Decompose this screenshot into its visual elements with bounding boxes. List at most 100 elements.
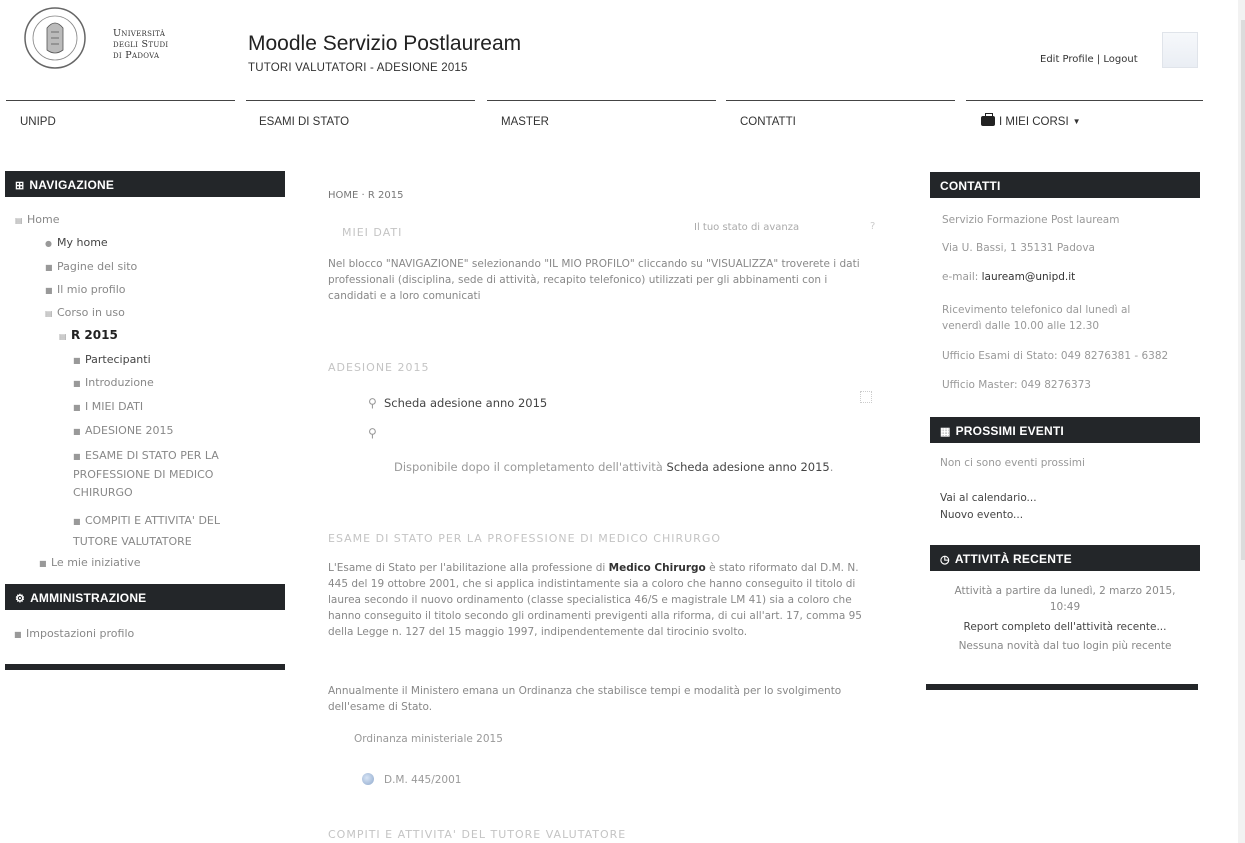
nav-master-label: MASTER [501,116,549,128]
dm-label: D.M. 445/2001 [384,774,462,786]
calendar-link[interactable]: Vai al calendario... [940,490,1037,506]
folder-icon: ■ [39,559,47,568]
folder-icon: ■ [45,263,53,272]
tree-label: Pagine del sito [57,260,138,273]
folder-icon: ■ [14,630,22,639]
scrollbar-thumb[interactable] [1241,20,1245,560]
tree-label: Corso in uso [57,306,125,319]
admin-impostazioni-profilo[interactable]: ■ Impostazioni profilo [14,627,134,640]
nav-tree-esame-stato[interactable]: ■ ESAME DI STATO PER LA PROFESSIONE DI ME… [73,447,219,502]
briefcase-icon [981,113,995,126]
nav-tree-my-home[interactable]: ● My home [45,236,108,249]
nav-esami-di-stato[interactable]: ESAMI DI STATO [246,100,475,140]
eventi-title: PROSSIMI EVENTI [955,424,1064,438]
navigation-block-header[interactable]: ⊞ NAVIGAZIONE [5,171,285,197]
university-seal-logo[interactable] [20,6,90,70]
recent-block-footer [926,684,1198,690]
navigation-title: NAVIGAZIONE [29,178,115,192]
nav-tree-r-2015[interactable]: ▤ R 2015 [59,328,118,342]
nav-tree-corso-in-uso[interactable]: ▤ Corso in uso [45,306,125,319]
page-scrollbar[interactable] [1238,0,1245,843]
recent-time: 10:49 [1049,601,1081,613]
avail-prefix: Disponibile dopo il completamento dell'a… [394,460,667,474]
nav-tree-miei-dati[interactable]: ■ I MIEI DATI [73,400,143,413]
nav-contatti-label: CONTATTI [740,116,796,128]
eventi-block-header[interactable]: ▦ PROSSIMI EVENTI [930,417,1200,443]
tree-label: Impostazioni profilo [26,627,135,640]
recent-block-header[interactable]: ◷ ATTIVITÀ RECENTE [930,545,1200,571]
esame-stato-text: L'Esame di Stato per l'abilitazione alla… [328,560,873,640]
caret-down-icon: ▼ [1072,117,1081,127]
edit-profile-link[interactable]: Edit Profile [1040,54,1094,65]
administration-block-header[interactable]: ⚙ AMMINISTRAZIONE [5,584,285,610]
section-esame-stato-title: ESAME DI STATO PER LA PROFESSIONE DI MED… [328,532,721,545]
nav-unipd-label: UNIPD [20,116,56,128]
tree-label: My home [57,236,108,249]
activity-label: Scheda adesione anno 2015 [384,396,548,410]
folder-icon: ■ [45,286,53,295]
tree-label: ADESIONE 2015 [85,424,174,437]
completion-checkbox[interactable] [860,391,872,403]
email-link[interactable]: lauream@unipd.it [982,271,1076,283]
section-adesione-title: ADESIONE 2015 [328,361,430,374]
nav-tree-mie-iniziative[interactable]: ■ Le mie iniziative [39,556,141,569]
bullet-icon: ● [45,239,52,248]
section-compiti-title: COMPITI E ATTIVITA' DEL TUTORE VALUTATOR… [328,828,627,841]
tree-label: ESAME DI STATO PER LA [85,449,219,462]
contatti-line-2: Via U. Bassi, 1 35131 Padova [942,242,1095,254]
contatti-line-5: venerdì dalle 10.00 alle 12.30 [942,320,1100,332]
contatti-block-header[interactable]: CONTATTI [930,172,1200,198]
administration-title: AMMINISTRAZIONE [30,591,147,605]
site-title[interactable]: Moodle Servizio Postlauream [248,32,521,56]
avail-suffix: . [829,460,834,474]
university-name: Università degli Studi di Padova [113,28,169,61]
contatti-line-4: Ricevimento telefonico dal lunedì al [942,304,1131,316]
tree-label-line3: CHIRURGO [73,486,133,499]
contatti-line-1: Servizio Formazione Post lauream [942,214,1120,226]
activity-restricted: ⚲ [368,426,384,440]
tree-label-line2: PROFESSIONE DI MEDICO [73,468,214,481]
contatti-title: CONTATTI [940,179,1001,193]
miei-dati-text: Nel blocco "NAVIGAZIONE" selezionando "I… [328,258,860,302]
expanded-folder-icon: ▤ [59,332,67,341]
recent-report-link[interactable]: Report completo dell'attività recente... [930,619,1200,635]
nav-tree-home[interactable]: ▤ Home [15,213,59,226]
nav-tree-compiti[interactable]: ■ COMPITI E ATTIVITA' DEL TUTORE VALUTATO… [73,511,220,552]
dm-link[interactable]: D.M. 445/2001 [362,773,461,786]
nav-tree-introduzione[interactable]: ■ Introduzione [73,376,154,389]
tree-label: Introduzione [85,376,154,389]
help-icon[interactable]: ? [870,221,875,232]
nav-tree-partecipanti[interactable]: ■ Partecipanti [73,353,151,366]
clock-icon: ◷ [940,554,950,566]
medico-chirurgo-bold: Medico Chirurgo [608,562,706,574]
activity-scheda-adesione[interactable]: ⚲ Scheda adesione anno 2015 [368,396,547,410]
expanded-folder-icon: ▤ [45,309,53,318]
nav-i-miei-corsi[interactable]: I MIEI CORSI ▼ [966,100,1203,140]
nav-unipd[interactable]: UNIPD [6,100,235,140]
nav-contatti[interactable]: CONTATTI [726,100,955,140]
breadcrumb[interactable]: HOME · R 2015 [328,190,403,201]
tree-label: Le mie iniziative [51,556,141,569]
folder-icon: ■ [73,379,81,388]
ordinanza-link[interactable]: Ordinanza ministeriale 2015 [354,733,503,745]
user-avatar[interactable] [1162,32,1198,68]
logout-link[interactable]: Logout [1103,54,1137,65]
site-subtitle: TUTORI VALUTATORI - ADESIONE 2015 [248,62,468,74]
nav-tree-mio-profilo[interactable]: ■ Il mio profilo [45,283,126,296]
p1a: L'Esame di Stato per l'abilitazione alla… [328,562,609,574]
recent-since: Attività a partire da lunedì, 2 marzo 20… [954,585,1176,597]
nav-tree-adesione[interactable]: ■ ADESIONE 2015 [73,424,174,437]
cogs-icon: ⚙ [15,593,26,605]
folder-icon: ■ [73,356,81,365]
ordinanza-text: Annualmente il Ministero emana un Ordina… [328,685,842,713]
email-prefix: e-mail: [942,271,982,283]
section-miei-dati-title: MIEI DATI [342,226,403,239]
tree-label: I MIEI DATI [85,400,144,413]
tree-label-line2: TUTORE VALUTATORE [73,535,192,548]
folder-icon: ■ [73,427,81,436]
globe-icon [362,773,374,785]
nav-master[interactable]: MASTER [487,100,716,140]
nav-tree-pagine-sito[interactable]: ■ Pagine del sito [45,260,137,273]
tree-label: Il mio profilo [57,283,126,296]
new-event-link[interactable]: Nuovo evento... [940,507,1023,523]
